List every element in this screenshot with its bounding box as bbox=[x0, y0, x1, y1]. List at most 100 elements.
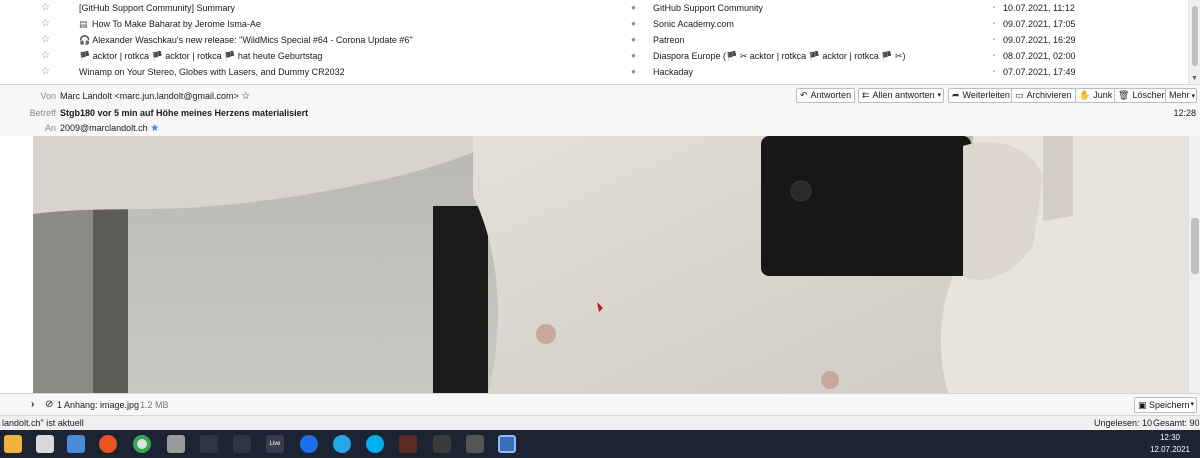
contact-star-icon[interactable]: ★ bbox=[150, 123, 159, 134]
message-subject: How To Make Baharat by Jerome Isma-Ae bbox=[92, 19, 261, 29]
attached-photo bbox=[33, 136, 1188, 393]
message-sender: Diaspora Europe (🏴 ✂ acktor | rotkca 🏴 a… bbox=[653, 51, 906, 61]
message-sender: Patreon bbox=[653, 35, 685, 45]
save-label: Speichern bbox=[1149, 400, 1190, 410]
skype-icon[interactable] bbox=[366, 435, 384, 453]
star-icon[interactable]: ☆ bbox=[41, 16, 50, 32]
reply-all-button[interactable]: ⇇ Allen antworten ▾ bbox=[858, 88, 944, 103]
archive-label: Archivieren bbox=[1026, 90, 1072, 100]
paperclip-icon: ⊘ bbox=[45, 399, 54, 410]
message-subject: 🏴 acktor | rotkca 🏴 acktor | rotkca 🏴 ha… bbox=[79, 51, 323, 61]
word-icon[interactable] bbox=[67, 435, 85, 453]
attachment-bar[interactable]: › ⊘ 1 Anhang: image.jpg 1.2 MB ▣ Speiche… bbox=[0, 393, 1200, 415]
clock-date: 12.07.2021 bbox=[1149, 445, 1190, 454]
reply-label: Antworten bbox=[810, 90, 852, 100]
message-row[interactable]: ☆ Winamp on Your Stereo, Globes with Las… bbox=[0, 64, 1188, 80]
total-count: Gesamt: 90 bbox=[1153, 418, 1200, 428]
app-icon[interactable] bbox=[167, 435, 185, 453]
to-value[interactable]: 2009@marclandolt.ch ★ bbox=[60, 123, 159, 134]
junk-status-icon[interactable]: ◔ bbox=[991, 32, 996, 48]
delete-button[interactable]: 🗑 Löschen bbox=[1114, 88, 1171, 103]
message-date: 10.07.2021, 11:12 bbox=[1003, 3, 1075, 13]
body-scrollbar[interactable] bbox=[1188, 136, 1200, 393]
from-value[interactable]: Marc Landolt <marc.jun.landolt@gmail.com… bbox=[60, 91, 250, 102]
scroll-down-icon[interactable]: ▼ bbox=[1191, 75, 1198, 82]
notepad-icon[interactable] bbox=[36, 435, 54, 453]
save-button[interactable]: ▣ Speichern ▾ bbox=[1134, 397, 1197, 413]
message-row[interactable]: ☆ 🎧 Alexander Waschkau's new release: "W… bbox=[0, 32, 1188, 48]
message-row[interactable]: ☆ 🏴 acktor | rotkca 🏴 acktor | rotkca 🏴 … bbox=[0, 48, 1188, 64]
file-explorer-icon[interactable] bbox=[4, 435, 22, 453]
thunderbird-icon[interactable] bbox=[300, 435, 318, 453]
terminal-icon[interactable] bbox=[433, 435, 451, 453]
junk-status-icon[interactable]: ◔ bbox=[991, 16, 996, 32]
message-row[interactable]: ☆ ▤ How To Make Baharat by Jerome Isma-A… bbox=[0, 16, 1188, 32]
message-sender: Sonic Academy.com bbox=[653, 19, 734, 29]
message-row[interactable]: ☆ [GitHub Support Community] Summary ● G… bbox=[0, 0, 1188, 16]
star-icon[interactable]: ☆ bbox=[41, 32, 50, 48]
trash-icon: 🗑 bbox=[1118, 90, 1130, 100]
junk-label: Junk bbox=[1093, 90, 1113, 100]
scrollbar-thumb[interactable] bbox=[1191, 218, 1199, 274]
junk-icon: ✋ bbox=[1079, 90, 1091, 100]
read-status-icon[interactable]: ● bbox=[631, 0, 636, 16]
archive-button[interactable]: ▭ Archivieren bbox=[1011, 88, 1076, 103]
body-margin bbox=[0, 136, 33, 393]
message-header: Von Marc Landolt <marc.jun.landolt@gmail… bbox=[0, 84, 1200, 136]
read-status-icon[interactable]: ● bbox=[631, 16, 636, 32]
ableton-live-icon[interactable]: Live bbox=[266, 435, 284, 453]
read-status-icon[interactable]: ● bbox=[631, 32, 636, 48]
chrome-icon[interactable] bbox=[133, 435, 151, 453]
read-status-icon[interactable]: ● bbox=[631, 48, 636, 64]
star-icon[interactable]: ☆ bbox=[41, 0, 50, 16]
ubuntu-icon[interactable] bbox=[99, 435, 117, 453]
save-icon: ▣ bbox=[1138, 400, 1147, 410]
status-bar: landolt.ch" ist aktuell Ungelesen: 10 Ge… bbox=[0, 415, 1200, 430]
reply-all-icon: ⇇ bbox=[862, 90, 870, 100]
attachment-label[interactable]: 1 Anhang: image.jpg bbox=[57, 394, 139, 416]
scrollbar-thumb[interactable] bbox=[1192, 6, 1198, 66]
forward-button[interactable]: ➦ Weiterleiten bbox=[948, 88, 1014, 103]
reply-button[interactable]: ↶ Antworten bbox=[796, 88, 856, 103]
expand-attachments-icon[interactable]: › bbox=[31, 394, 34, 416]
flstudio-icon[interactable] bbox=[399, 435, 417, 453]
star-icon[interactable]: ☆ bbox=[41, 48, 50, 64]
junk-status-icon[interactable]: ◔ bbox=[991, 0, 996, 16]
hardware-icon[interactable] bbox=[466, 435, 484, 453]
clock[interactable]: 12:30 12.07.2021 bbox=[1150, 432, 1190, 456]
from-address[interactable]: Marc Landolt <marc.jun.landolt@gmail.com… bbox=[60, 91, 239, 101]
star-icon[interactable]: ☆ bbox=[41, 64, 50, 80]
junk-button[interactable]: ✋ Junk bbox=[1075, 88, 1117, 103]
junk-status-icon[interactable]: ◔ bbox=[991, 64, 996, 80]
unread-count: Ungelesen: 10 bbox=[1094, 418, 1153, 428]
delete-label: Löschen bbox=[1132, 90, 1167, 100]
more-button[interactable]: Mehr ▾ bbox=[1165, 88, 1197, 103]
message-subject: Winamp on Your Stereo, Globes with Laser… bbox=[79, 67, 345, 77]
message-list-scrollbar[interactable]: ▼ bbox=[1188, 0, 1200, 84]
active-window-icon[interactable] bbox=[498, 435, 516, 453]
junk-status-icon[interactable]: ◔ bbox=[991, 48, 996, 64]
archive-icon: ▭ bbox=[1015, 90, 1024, 100]
subject-label: Betreff bbox=[29, 108, 56, 118]
message-list: ☆ [GitHub Support Community] Summary ● G… bbox=[0, 0, 1200, 84]
to-label: An bbox=[44, 123, 56, 133]
status-message: landolt.ch" ist aktuell bbox=[2, 418, 84, 428]
gpu-tool-icon[interactable] bbox=[200, 435, 218, 453]
read-status-icon[interactable]: ● bbox=[631, 64, 636, 80]
from-label: Von bbox=[40, 91, 56, 101]
chevron-down-icon[interactable]: ▾ bbox=[937, 89, 941, 102]
message-sender: GitHub Support Community bbox=[653, 3, 764, 13]
feed-icon: ▤ bbox=[79, 19, 88, 29]
reply-all-label: Allen antworten bbox=[872, 90, 935, 100]
message-subject: [GitHub Support Community] Summary bbox=[79, 3, 236, 13]
contact-star-icon[interactable]: ☆ bbox=[241, 91, 250, 102]
photo-illustration bbox=[33, 136, 1188, 393]
message-date: 07.07.2021, 17:49 bbox=[1003, 67, 1076, 77]
telegram-icon[interactable] bbox=[333, 435, 351, 453]
chevron-down-icon[interactable]: ▾ bbox=[1190, 398, 1194, 412]
eagle-icon[interactable] bbox=[233, 435, 251, 453]
message-date: 09.07.2021, 17:05 bbox=[1003, 19, 1076, 29]
message-time: 12:28 bbox=[1173, 108, 1196, 118]
to-address[interactable]: 2009@marclandolt.ch bbox=[60, 123, 148, 133]
reply-icon: ↶ bbox=[800, 90, 808, 100]
